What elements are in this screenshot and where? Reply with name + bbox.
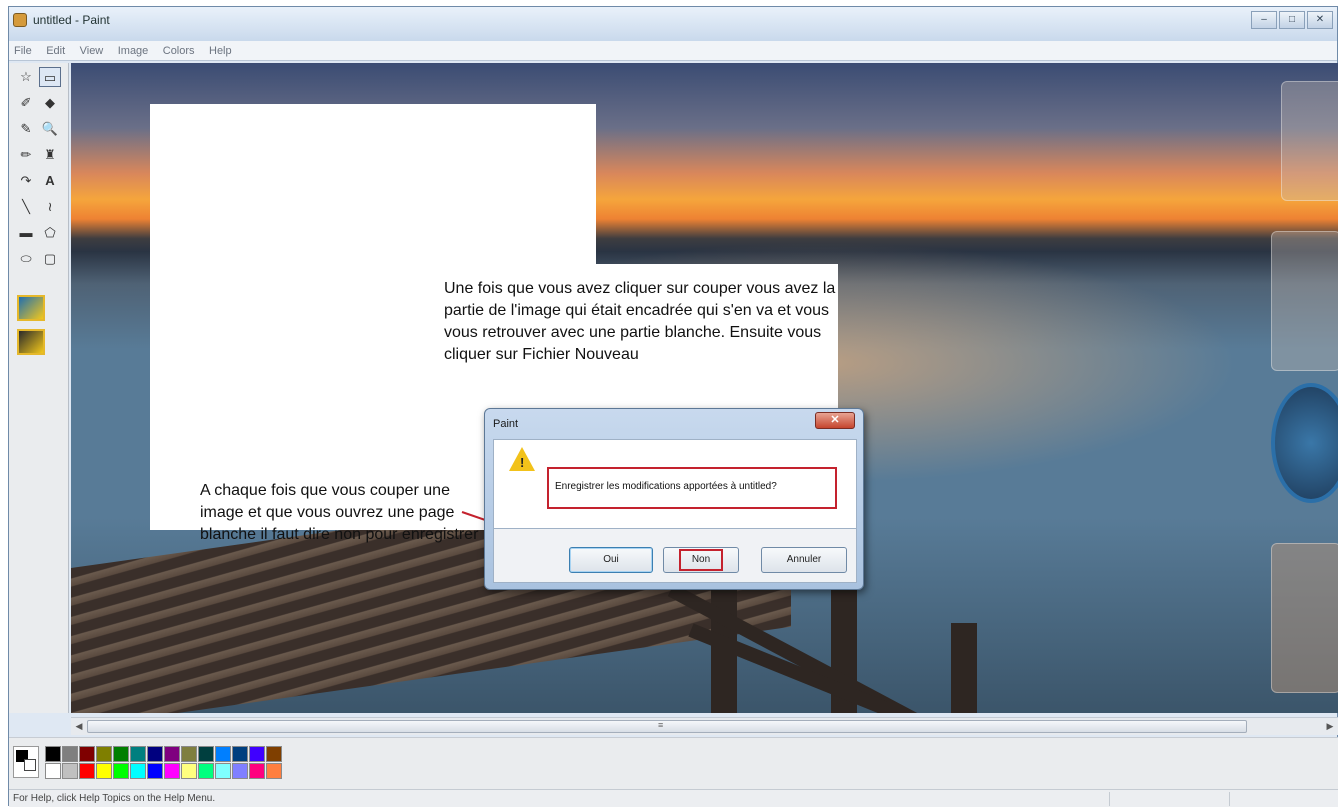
- save-prompt-dialog: Paint ✕ ! Enregistrer les modifications …: [484, 408, 864, 590]
- warning-mark-icon: !: [520, 455, 525, 470]
- yes-button[interactable]: Oui: [569, 547, 653, 573]
- dialog-close-button[interactable]: ✕: [815, 412, 855, 429]
- dialog-message: Enregistrer les modifications apportées …: [547, 467, 837, 509]
- annotation-arrow: [461, 511, 573, 551]
- cancel-button[interactable]: Annuler: [761, 547, 847, 573]
- no-button-highlight: [679, 549, 723, 571]
- dialog-title: Paint: [493, 418, 519, 430]
